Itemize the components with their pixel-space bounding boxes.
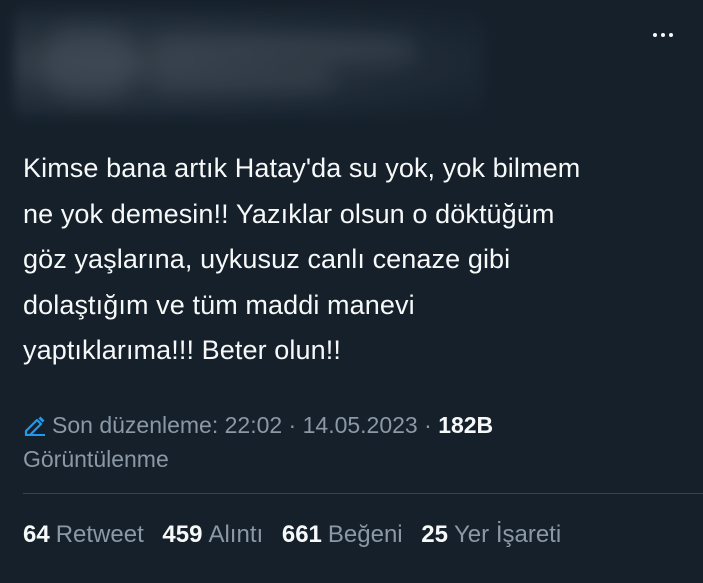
bookmark-label: Yer İşareti	[454, 521, 562, 548]
bookmark-count: 25	[421, 521, 448, 548]
divider	[23, 493, 703, 494]
views-label: Görüntülenme	[23, 446, 169, 472]
retweet-label: Retweet	[55, 521, 144, 548]
like-count: 661	[281, 521, 322, 548]
edited-link[interactable]: Son düzenleme: 22:02 · 14.05.2023	[23, 412, 418, 438]
author-header-blurred[interactable]	[14, 8, 484, 118]
retweet-count: 64	[23, 521, 50, 548]
stat-quotes[interactable]: 459 Alıntı	[162, 521, 263, 548]
stat-retweets[interactable]: 64 Retweet	[23, 521, 144, 548]
meta-separator: ·	[417, 412, 439, 438]
tweet-stats: 64 Retweet 459 Alıntı 661 Beğeni 25 Yer İşar…	[23, 518, 573, 552]
tweet-card: Kimse bana artık Hatay'da su yok, yok bi…	[0, 0, 703, 583]
edited-label: Son düzenleme: 22:02 · 14.05.2023	[52, 412, 418, 438]
more-options-button[interactable]	[643, 20, 683, 50]
stat-bookmarks[interactable]: 25 Yer İşareti	[421, 521, 561, 548]
tweet-meta: Son düzenleme: 22:02 · 14.05.2023 · 182B…	[23, 408, 693, 476]
like-label: Beğeni	[327, 521, 403, 548]
quote-label: Alıntı	[208, 521, 264, 548]
stat-likes[interactable]: 661 Beğeni	[282, 521, 403, 548]
tweet-text: Kimse bana artık Hatay'da su yok, yok bi…	[23, 153, 581, 365]
pencil-icon	[24, 416, 45, 436]
more-horizontal-icon	[653, 33, 657, 37]
quote-count: 459	[162, 521, 203, 548]
views-count: 182B	[438, 412, 494, 438]
